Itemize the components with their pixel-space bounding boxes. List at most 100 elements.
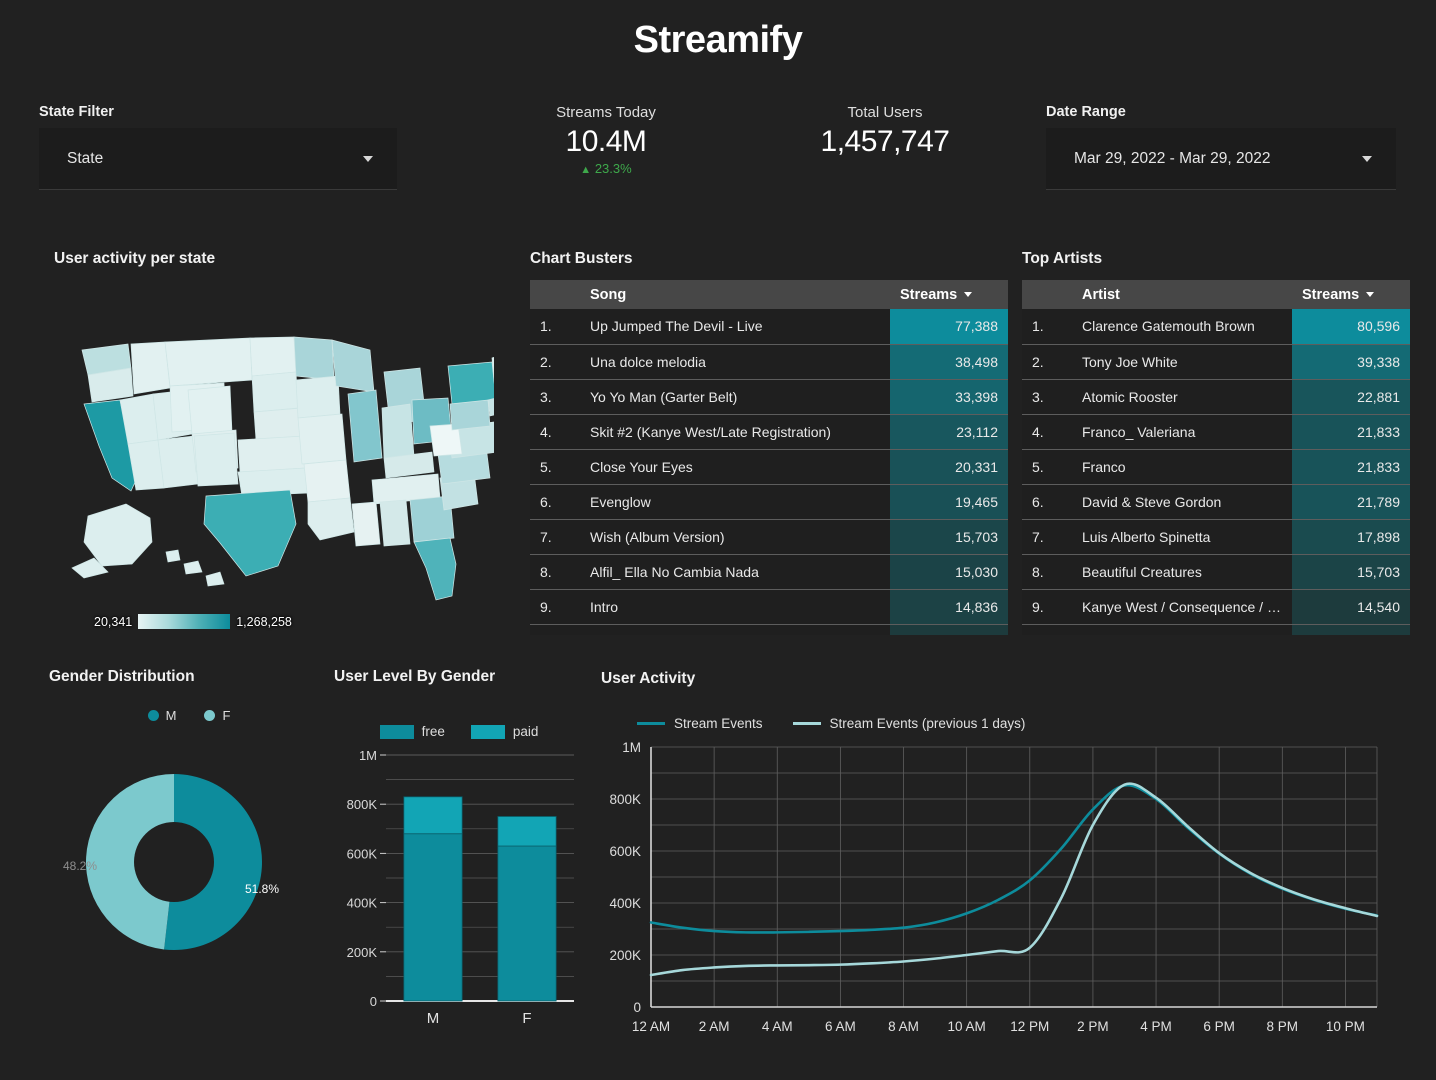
- user-level-bar-chart[interactable]: 0 200K 400K 600K 800K 1M M F: [334, 743, 584, 1033]
- x-axis-tick-label: 10 PM: [1326, 1019, 1365, 1034]
- x-axis-tick-label: F: [522, 1010, 531, 1027]
- kpi-users-value: 1,457,747: [820, 125, 950, 158]
- row-value: 14,836: [890, 589, 1008, 625]
- row-value: 39,338: [1292, 344, 1410, 380]
- column-header-streams[interactable]: Streams: [890, 280, 1008, 309]
- sort-descending-icon: [1366, 292, 1375, 298]
- legend-label-free: free: [421, 724, 445, 739]
- row-name: Close Your Eyes: [580, 449, 890, 485]
- kpi-streams-value: 10.4M: [565, 125, 647, 158]
- row-name: Clarence Gatemouth Brown: [1072, 309, 1292, 345]
- table-row[interactable]: 7. Luis Alberto Spinetta 17,898: [1022, 519, 1410, 555]
- column-header-streams-label: Streams: [900, 286, 958, 303]
- table-row[interactable]: 8. Alfil_ Ella No Cambia Nada 15,030: [530, 554, 1008, 590]
- chart-busters-scroll[interactable]: Song Streams 1. Up Jumped The Devil - Liv…: [530, 280, 1008, 635]
- column-header-rank[interactable]: [530, 280, 580, 309]
- column-header-rank[interactable]: [1022, 280, 1072, 309]
- row-rank: 5.: [530, 449, 580, 485]
- row-rank: 3.: [1022, 379, 1072, 415]
- map-title: User activity per state: [54, 250, 216, 267]
- donut-chart[interactable]: 48.2% 51.8%: [49, 737, 329, 992]
- user-activity-legend: Stream Events Stream Events (previous 1 …: [637, 716, 1401, 731]
- y-axis-tick-label: 600K: [609, 844, 641, 859]
- table-row[interactable]: 10.Ring The Alarm14,067: [530, 624, 1008, 635]
- table-row[interactable]: 2. Una dolce melodia 38,498: [530, 344, 1008, 380]
- dashboard-page: Streamify State Filter State Streams Tod…: [0, 0, 1436, 1080]
- bar-segment-paid[interactable]: [497, 816, 557, 847]
- row-rank: 8.: [1022, 554, 1072, 590]
- row-name: Kanye West / Adam Levine: [1072, 624, 1292, 635]
- table-row[interactable]: 3. Yo Yo Man (Garter Belt) 33,398: [530, 379, 1008, 415]
- row-rank: 4.: [530, 414, 580, 450]
- legend-label-m: M: [165, 708, 177, 723]
- row-value: 17,898: [1292, 519, 1410, 555]
- y-axis-tick-label: 1M: [359, 748, 377, 763]
- column-header-song[interactable]: Song: [580, 280, 890, 309]
- legend-label-f: F: [222, 708, 231, 723]
- user-level-title: User Level By Gender: [334, 668, 496, 685]
- row-value: 19,465: [890, 484, 1008, 520]
- bar-segment-paid[interactable]: [403, 796, 463, 835]
- y-axis-tick-label: 600K: [347, 846, 378, 861]
- legend-label-paid: paid: [512, 724, 539, 739]
- row-value: 80,596: [1292, 309, 1410, 345]
- date-range-select[interactable]: Mar 29, 2022 - Mar 29, 2022: [1046, 128, 1396, 190]
- y-axis-tick-label: 800K: [347, 797, 378, 812]
- table-row[interactable]: 10.Kanye West / Adam Levine14,540: [1022, 624, 1410, 635]
- table-row[interactable]: 4. Franco_ Valeriana 21,833: [1022, 414, 1410, 450]
- table-row[interactable]: 4. Skit #2 (Kanye West/Late Registration)…: [530, 414, 1008, 450]
- row-name: Tony Joe White: [1072, 344, 1292, 380]
- legend-item-paid[interactable]: paid: [470, 724, 539, 739]
- line-series-stream-events[interactable]: [649, 783, 1379, 934]
- table-row[interactable]: 3. Atomic Rooster 22,881: [1022, 379, 1410, 415]
- table-row[interactable]: 7. Wish (Album Version) 15,703: [530, 519, 1008, 555]
- table-row[interactable]: 1. Up Jumped The Devil - Live 77,388: [530, 309, 1008, 345]
- top-artists-scroll[interactable]: Artist Streams 1. Clarence Gatemouth Brow…: [1022, 280, 1410, 635]
- table-row[interactable]: 9. Kanye West / Consequence / … 14,540: [1022, 589, 1410, 625]
- legend-item-free[interactable]: free: [379, 724, 445, 739]
- state-filter-value: State: [67, 149, 104, 167]
- row-rank: 9.: [530, 589, 580, 625]
- legend-item-m[interactable]: M: [147, 708, 177, 723]
- row-name: Atomic Rooster: [1072, 379, 1292, 415]
- row-name: Franco_ Valeriana: [1072, 414, 1292, 450]
- donut-hole: [134, 822, 214, 902]
- table-row[interactable]: 8. Beautiful Creatures 15,703: [1022, 554, 1410, 590]
- table-row[interactable]: 6. David & Steve Gordon 21,789: [1022, 484, 1410, 520]
- x-axis-tick-label: 12 PM: [1010, 1019, 1049, 1034]
- kpi-streams-today: Streams Today 10.4M ▲ 23.3%: [506, 104, 706, 176]
- state-filter: State Filter State: [39, 104, 397, 190]
- y-axis-tick-label: 0: [370, 994, 377, 1009]
- table-row[interactable]: 2. Tony Joe White 39,338: [1022, 344, 1410, 380]
- legend-item-f[interactable]: F: [204, 708, 230, 723]
- table-row[interactable]: 6. Evenglow 19,465: [530, 484, 1008, 520]
- user-activity-line-chart[interactable]: 0 200K 400K 600K 800K 1M 12 AM 2 AM 4 AM 6 AM 8 AM…: [601, 737, 1391, 1047]
- row-rank: 10.: [530, 624, 580, 635]
- chart-busters-title: Chart Busters: [530, 250, 633, 267]
- row-value: 21,833: [1292, 414, 1410, 450]
- chart-busters-body: 1. Up Jumped The Devil - Live 77,388 2. Una …: [530, 309, 1008, 635]
- bar-segment-free[interactable]: [403, 833, 463, 1002]
- legend-item-stream-events[interactable]: Stream Events: [637, 716, 763, 731]
- map-legend: 20,341 1,268,258: [94, 614, 292, 629]
- user-activity-panel: User Activity Stream Events Stream Event…: [601, 670, 1401, 1052]
- row-rank: 6.: [530, 484, 580, 520]
- table-row[interactable]: 5. Close Your Eyes 20,331: [530, 449, 1008, 485]
- row-value: 33,398: [890, 379, 1008, 415]
- table-row[interactable]: 5. Franco 21,833: [1022, 449, 1410, 485]
- map-legend-max: 1,268,258: [236, 614, 292, 629]
- top-artists-panel: Top Artists Artist Streams 1. Clarence Ga…: [1022, 250, 1410, 635]
- y-axis-tick-label: 0: [633, 1000, 641, 1015]
- legend-item-stream-events-previous[interactable]: Stream Events (previous 1 days): [792, 716, 1025, 731]
- us-choropleth-map[interactable]: [54, 328, 537, 608]
- table-row[interactable]: 1. Clarence Gatemouth Brown 80,596: [1022, 309, 1410, 345]
- line-series-stream-events-previous-1-days-[interactable]: [649, 782, 1379, 977]
- state-filter-select[interactable]: State: [39, 128, 397, 190]
- column-header-streams[interactable]: Streams: [1292, 280, 1410, 309]
- row-value: 20,331: [890, 449, 1008, 485]
- bar-segment-free[interactable]: [497, 845, 557, 1002]
- column-header-artist[interactable]: Artist: [1072, 280, 1292, 309]
- legend-label-stream-events: Stream Events: [674, 716, 763, 731]
- table-row[interactable]: 9. Intro 14,836: [530, 589, 1008, 625]
- row-rank: 2.: [530, 344, 580, 380]
